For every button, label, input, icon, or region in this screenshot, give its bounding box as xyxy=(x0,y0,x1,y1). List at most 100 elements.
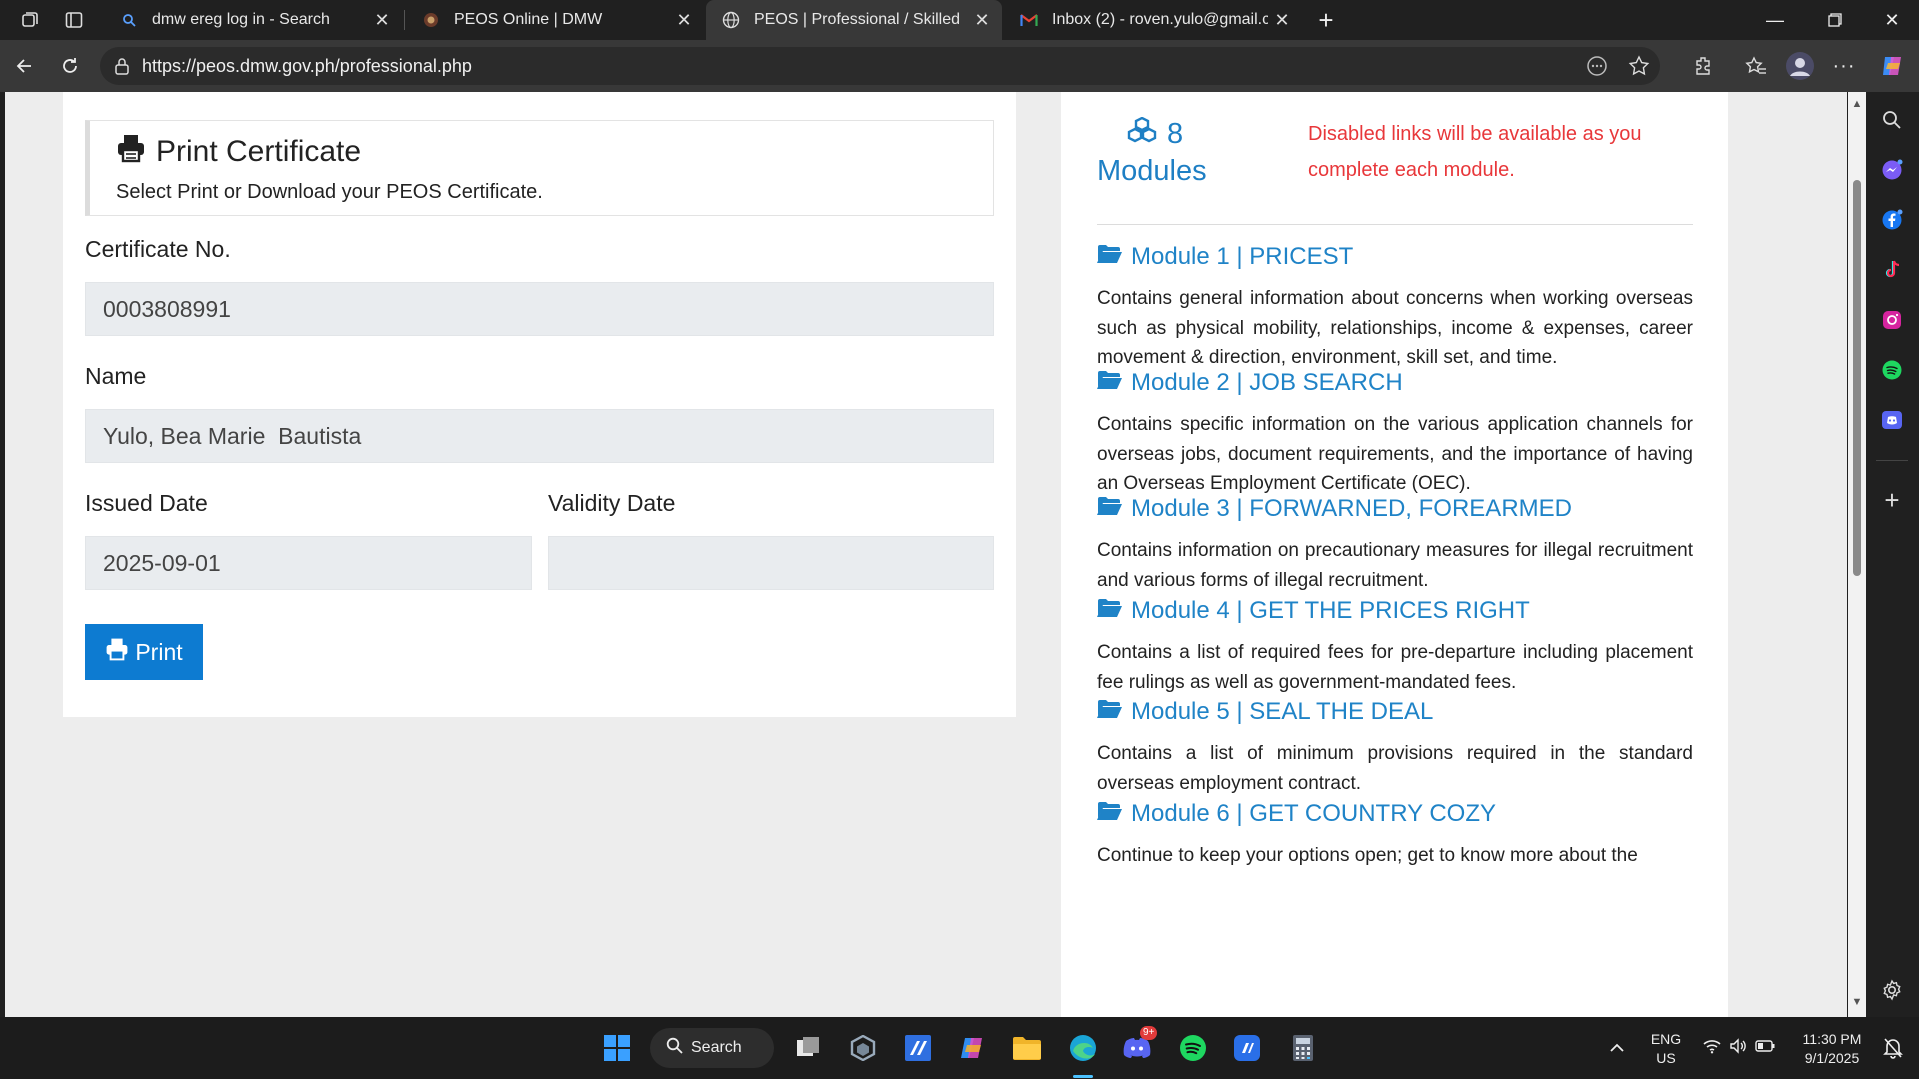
module-item: Module 3 | FORWARNED, FOREARMED Contains… xyxy=(1097,494,1693,595)
sidebar-search-icon[interactable] xyxy=(1878,106,1906,134)
close-icon[interactable]: ✕ xyxy=(670,6,698,34)
cubes-icon xyxy=(1127,116,1157,153)
scroll-down-icon[interactable]: ▼ xyxy=(1851,996,1863,1008)
profile-avatar[interactable] xyxy=(1782,48,1818,84)
module-title: Module 1 | PRICEST xyxy=(1131,243,1354,270)
module-link[interactable]: Module 3 | FORWARNED, FOREARMED xyxy=(1097,494,1693,524)
facebook-icon[interactable] xyxy=(1878,206,1906,234)
restore-icon[interactable] xyxy=(1805,0,1865,40)
folder-open-icon xyxy=(1097,698,1123,726)
globe-icon xyxy=(722,11,740,29)
close-icon[interactable]: ✕ xyxy=(368,6,396,34)
spotify-taskbar-icon[interactable] xyxy=(1172,1028,1214,1068)
back-icon[interactable] xyxy=(6,48,42,84)
spotify-icon[interactable] xyxy=(1878,356,1906,384)
tab-title: Inbox (2) - roven.yulo@gmail.com xyxy=(1052,11,1268,28)
discord-taskbar-icon[interactable]: 9+ xyxy=(1116,1026,1158,1068)
app-icon[interactable] xyxy=(1226,1028,1268,1068)
module-link[interactable]: Module 1 | PRICEST xyxy=(1097,242,1693,272)
extensions-icon[interactable] xyxy=(1686,48,1722,84)
address-bar[interactable]: https://peos.dmw.gov.ph/professional.php xyxy=(100,47,1660,85)
clock-time: 11:30 PM xyxy=(1802,1031,1862,1047)
active-app-indicator xyxy=(1073,1075,1093,1078)
dmw-favicon xyxy=(422,11,440,29)
validity-date-label: Validity Date xyxy=(548,490,676,516)
issued-date-field[interactable]: 2025-09-01 xyxy=(85,536,532,590)
edge-sidebar: + xyxy=(1866,92,1919,1017)
file-explorer-icon[interactable] xyxy=(1006,1028,1048,1068)
favorite-star-icon[interactable] xyxy=(1628,55,1650,82)
app-icon[interactable] xyxy=(842,1028,884,1068)
gmail-icon xyxy=(1020,11,1038,29)
more-options-icon[interactable]: ··· xyxy=(1826,48,1862,84)
print-button[interactable]: Print xyxy=(85,624,203,680)
windows-start-icon[interactable] xyxy=(596,1028,638,1068)
messenger-icon[interactable] xyxy=(1878,156,1906,184)
clock-date: 9/1/2025 xyxy=(1804,1050,1860,1066)
validity-date-field[interactable] xyxy=(548,536,994,590)
wifi-icon xyxy=(1703,1038,1721,1059)
issued-date-label: Issued Date xyxy=(85,490,208,516)
system-tray-status[interactable] xyxy=(1700,1028,1778,1068)
taskbar-search[interactable]: Search xyxy=(650,1028,774,1068)
name-field[interactable]: Yulo, Bea Marie Bautista xyxy=(85,409,994,463)
copilot-app-icon[interactable] xyxy=(951,1028,993,1068)
app-icon[interactable] xyxy=(897,1028,939,1068)
module-link[interactable]: Module 6 | GET COUNTRY COZY xyxy=(1097,799,1693,829)
modules-count: 8 Modules xyxy=(1097,116,1207,190)
module-link[interactable]: Module 2 | JOB SEARCH xyxy=(1097,368,1693,398)
tab-gmail[interactable]: Inbox (2) - roven.yulo@gmail.com ✕ xyxy=(1004,0,1302,40)
module-item: Module 1 | PRICEST Contains general info… xyxy=(1097,242,1693,373)
discord-icon[interactable] xyxy=(1878,406,1906,434)
modules-count-number: 8 xyxy=(1167,118,1184,150)
lock-icon[interactable] xyxy=(114,57,130,80)
printer-icon xyxy=(105,637,129,667)
reading-view-icon[interactable] xyxy=(1586,55,1608,82)
vertical-tabs-icon[interactable] xyxy=(56,4,92,36)
close-icon[interactable]: ✕ xyxy=(1268,6,1296,34)
tiktok-icon[interactable] xyxy=(1878,256,1906,284)
disabled-links-note: Disabled links will be available as you … xyxy=(1308,123,1642,181)
workspaces-icon[interactable] xyxy=(12,4,48,36)
module-title: Module 6 | GET COUNTRY COZY xyxy=(1131,800,1497,827)
module-title: Module 2 | JOB SEARCH xyxy=(1131,369,1403,396)
tab-separator xyxy=(404,10,405,30)
calculator-icon[interactable] xyxy=(1282,1028,1324,1068)
certificate-no-field[interactable]: 0003808991 xyxy=(85,282,994,336)
clock[interactable]: 11:30 PM 9/1/2025 xyxy=(1794,1030,1870,1068)
close-icon[interactable]: ✕ xyxy=(968,6,996,34)
module-description: Contains a list of required fees for pre… xyxy=(1097,642,1693,693)
module-link[interactable]: Module 5 | SEAL THE DEAL xyxy=(1097,697,1693,727)
scrollbar-thumb[interactable] xyxy=(1853,180,1861,576)
module-link[interactable]: Module 4 | GET THE PRICES RIGHT xyxy=(1097,596,1693,626)
language-code: ENG xyxy=(1650,1031,1682,1047)
notification-badge: 9+ xyxy=(1140,1026,1158,1040)
sidebar-settings-icon[interactable] xyxy=(1878,976,1906,1004)
favorites-icon[interactable] xyxy=(1738,48,1774,84)
tab-peos-online[interactable]: PEOS Online | DMW ✕ xyxy=(406,0,704,40)
close-window-icon[interactable]: ✕ xyxy=(1862,0,1919,40)
edge-browser-icon[interactable] xyxy=(1062,1028,1104,1068)
instagram-icon[interactable] xyxy=(1878,306,1906,334)
module-description: Contains general information about conce… xyxy=(1097,288,1693,368)
language-indicator[interactable]: ENG US xyxy=(1645,1030,1687,1068)
tray-overflow-icon[interactable] xyxy=(1596,1028,1638,1068)
module-item: Module 4 | GET THE PRICES RIGHT Contains… xyxy=(1097,596,1693,697)
task-view-icon[interactable] xyxy=(787,1028,829,1068)
new-tab-button[interactable]: + xyxy=(1309,4,1343,36)
refresh-icon[interactable] xyxy=(52,48,88,84)
module-description: Contains specific information on the var… xyxy=(1097,414,1693,494)
add-sidebar-app-icon[interactable]: + xyxy=(1878,485,1906,515)
tab-bar: dmw ereg log in - Search ✕ PEOS Online |… xyxy=(0,0,1919,40)
volume-icon xyxy=(1729,1037,1747,1059)
scroll-up-icon[interactable]: ▲ xyxy=(1851,98,1863,110)
page-scrollbar[interactable]: ▲ ▼ xyxy=(1848,92,1866,1017)
tab-search[interactable]: dmw ereg log in - Search ✕ xyxy=(104,0,402,40)
print-button-label: Print xyxy=(135,638,183,665)
tab-peos-professional[interactable]: PEOS | Professional / Skilled ✕ xyxy=(706,0,1002,40)
module-item: Module 6 | GET COUNTRY COZY Continue to … xyxy=(1097,799,1693,871)
copilot-icon[interactable] xyxy=(1874,48,1910,84)
notifications-icon[interactable] xyxy=(1872,1028,1914,1068)
minimize-icon[interactable]: — xyxy=(1745,0,1805,40)
url-text: https://peos.dmw.gov.ph/professional.php xyxy=(142,56,472,76)
